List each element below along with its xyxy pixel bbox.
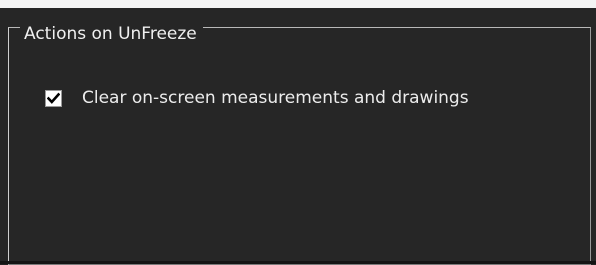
- groupbox-title: Actions on UnFreeze: [20, 23, 203, 45]
- clear-measurements-option[interactable]: Clear on-screen measurements and drawing…: [45, 87, 469, 109]
- clear-measurements-label[interactable]: Clear on-screen measurements and drawing…: [82, 87, 469, 109]
- groupbox-frame: [9, 28, 590, 264]
- groupbox-actions-on-unfreeze: [8, 27, 591, 265]
- settings-panel: Actions on UnFreeze Clear on-screen meas…: [0, 8, 596, 265]
- window-top-edge: [0, 0, 596, 8]
- clear-measurements-checkbox[interactable]: [45, 89, 62, 107]
- checkmark-icon: [47, 92, 60, 104]
